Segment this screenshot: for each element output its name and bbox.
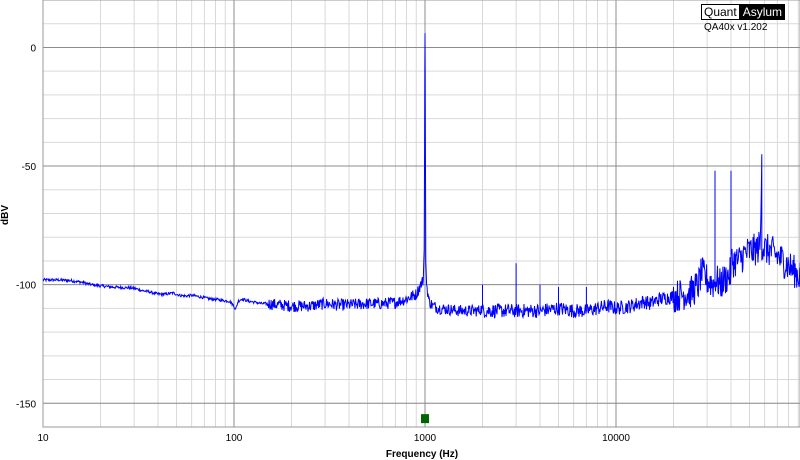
spectrum-chart: 0 -50 -100 -150 10 100 1000 10000 dBV Frequenc… — [0, 0, 800, 460]
minor-gridlines — [43, 0, 800, 428]
x-tick-label: 10 — [37, 433, 49, 444]
spectrum-trace — [42, 33, 800, 320]
quantasylum-logo: Quant Asylum — [701, 4, 786, 20]
x-tick-label: 1000 — [414, 433, 437, 444]
logo-text-asylum: Asylum — [739, 4, 786, 20]
y-tick-labels: 0 -50 -100 -150 — [16, 43, 36, 410]
logo-text-quant: Quant — [701, 4, 740, 20]
x-tick-labels: 10 100 1000 10000 — [37, 433, 630, 444]
y-tick-label: -100 — [16, 281, 36, 292]
x-axis-title: Frequency (Hz) — [386, 449, 458, 460]
y-axis-title: dBV — [0, 205, 11, 225]
x-tick-label: 10000 — [602, 433, 630, 444]
y-tick-label: -150 — [16, 399, 36, 410]
y-tick-label: 0 — [30, 43, 36, 54]
y-tick-label: -50 — [22, 162, 37, 173]
version-label: QA40x v1.202 — [704, 22, 768, 33]
x-tick-label: 100 — [226, 433, 243, 444]
frequency-marker[interactable] — [421, 414, 429, 424]
